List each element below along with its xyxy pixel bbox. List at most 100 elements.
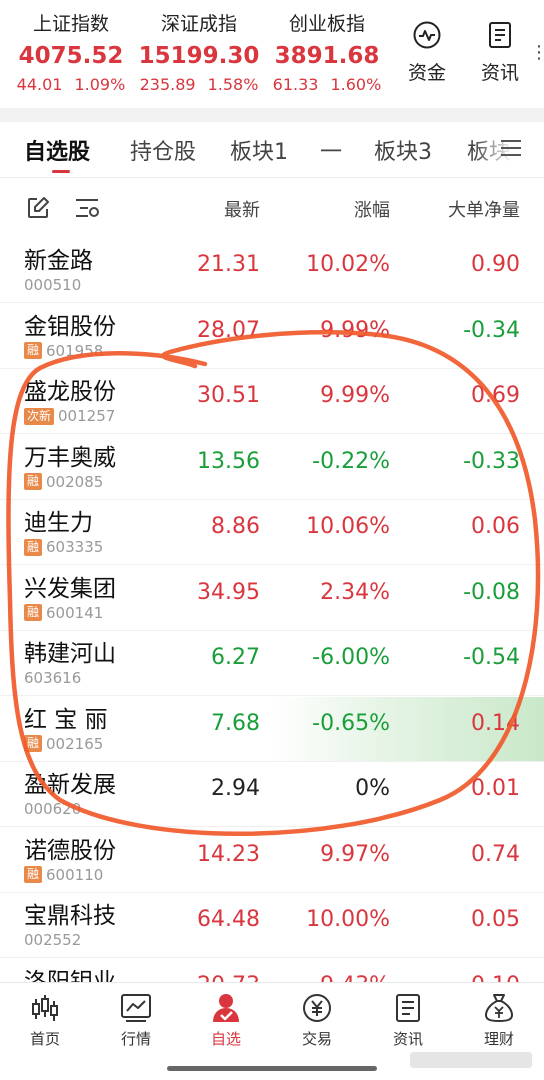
stock-code: 000620 (24, 800, 82, 818)
stock-row[interactable]: 宝鼎科技 002552 64.48 10.00% 0.05 (0, 893, 544, 958)
home-indicator (167, 1066, 377, 1071)
stock-change: -0.65% (312, 710, 390, 736)
stock-change: 9.99% (320, 317, 390, 343)
stock-name: 盈新发展 (24, 772, 116, 798)
stock-price: 28.07 (197, 317, 260, 343)
stock-net-flow: 0.10 (471, 973, 520, 983)
stock-change: 10.02% (306, 252, 390, 277)
stock-change: 10.06% (306, 514, 390, 539)
stock-row[interactable]: 盈新发展 000620 2.94 0% 0.01 (0, 762, 544, 827)
stock-row[interactable]: 万丰奥威融 002085 13.56 -0.22% -0.33 (0, 434, 544, 500)
index-value: 15199.30 (138, 43, 260, 69)
filter-settings-icon[interactable] (74, 196, 102, 220)
tab-holdings[interactable]: 持仓股 (130, 134, 196, 166)
document-icon (396, 994, 420, 1022)
stock-code: 600141 (46, 603, 104, 622)
stock-meta: 000620 (24, 800, 81, 818)
stock-code: 002552 (24, 931, 82, 949)
index-shenzhen[interactable]: 深证成指 15199.30 235.89 1.58% (134, 10, 264, 96)
more-icon[interactable]: ⋮ (530, 44, 544, 62)
chart-icon (121, 994, 151, 1022)
stock-row[interactable]: 诺德股份融 600110 14.23 9.97% 0.74 (0, 827, 544, 893)
nav-label: 行情 (120, 1030, 151, 1048)
tab-sector-2[interactable]: 一 (320, 134, 342, 166)
column-net-flow[interactable]: 大单净量 (448, 196, 520, 222)
stock-name: 盛龙股份 (24, 379, 116, 405)
stock-row[interactable]: 红 宝 丽融 002165 7.68 -0.65% 0.14 (0, 696, 544, 762)
stock-name: 万丰奥威 (24, 444, 116, 471)
watermark (410, 1052, 532, 1068)
margin-badge: 融 (24, 604, 43, 621)
index-chinext[interactable]: 创业板指 3891.68 61.33 1.60% (262, 10, 392, 96)
stock-row[interactable]: 迪生力融 603335 8.86 10.06% 0.06 (0, 500, 544, 565)
stock-change: 0% (355, 776, 390, 801)
stock-name: 诺德股份 (24, 837, 116, 864)
margin-badge: 融 (24, 866, 43, 883)
nav-wealth[interactable]: 理财 (459, 993, 539, 1049)
stock-net-flow: -0.33 (463, 448, 520, 474)
index-change: 61.33 1.60% (272, 75, 382, 94)
nav-label: 理财 (483, 1030, 514, 1048)
stock-row[interactable]: 洛阳钼业60399320.739.43%0.10 (0, 958, 544, 983)
stock-row[interactable]: 韩建河山 603616 6.27 -6.00% -0.54 (0, 631, 544, 696)
stock-price: 8.86 (211, 514, 260, 539)
nav-news[interactable]: 资讯 (368, 993, 448, 1049)
stock-row[interactable]: 金钼股份融 601958 28.07 9.99% -0.34 (0, 303, 544, 369)
stock-meta: 603616 (24, 669, 81, 687)
person-check-icon (213, 994, 239, 1022)
index-shanghai[interactable]: 上证指数 4075.52 44.01 1.09% (6, 10, 136, 96)
nav-label: 自选 (210, 1030, 241, 1048)
stock-meta: 融 002165 (24, 735, 103, 753)
stock-code: 601958 (46, 341, 104, 360)
column-change[interactable]: 涨幅 (354, 196, 390, 222)
stock-meta: 000510 (24, 276, 81, 294)
column-latest[interactable]: 最新 (224, 196, 260, 222)
stock-price: 64.48 (197, 907, 260, 932)
nav-market[interactable]: 行情 (96, 993, 176, 1049)
nav-watchlist[interactable]: 自选 (186, 993, 266, 1049)
margin-badge: 融 (24, 538, 43, 556)
index-change: 44.01 1.09% (16, 75, 126, 94)
stock-price: 6.27 (211, 645, 260, 670)
stock-name: 新金路 (24, 248, 93, 274)
stock-meta: 融 600110 (24, 866, 103, 884)
stock-name: 兴发集团 (24, 575, 116, 602)
menu-icon[interactable] (500, 138, 522, 158)
tab-sector-3[interactable]: 板块3 (374, 134, 432, 166)
stock-price: 7.68 (211, 710, 260, 736)
index-value: 3891.68 (274, 43, 380, 69)
funds-label: 资金 (407, 62, 446, 84)
stock-row[interactable]: 新金路 000510 21.31 10.02% 0.90 (0, 238, 544, 303)
stock-change: -6.00% (312, 645, 390, 670)
stock-code: 001257 (58, 407, 116, 425)
stock-meta: 次新 001257 (24, 407, 115, 425)
active-tab-indicator (52, 170, 70, 173)
tab-watchlist[interactable]: 自选股 (24, 134, 90, 166)
stock-row[interactable]: 兴发集团融 600141 34.95 2.34% -0.08 (0, 565, 544, 631)
nav-home[interactable]: 首页 (5, 993, 85, 1049)
nav-label: 资讯 (392, 1030, 423, 1048)
stock-price: 20.73 (197, 973, 260, 983)
funds-button[interactable]: 资金 (397, 20, 457, 85)
nav-trade[interactable]: 交易 (277, 993, 357, 1049)
stock-name: 洛阳钼业 (24, 968, 116, 983)
index-change: 235.89 1.58% (139, 75, 259, 94)
stock-meta: 002552 (24, 931, 81, 949)
stock-code: 002165 (46, 734, 104, 753)
stock-code: 002085 (46, 472, 104, 491)
stock-change: 10.00% (306, 907, 390, 932)
nav-label: 首页 (29, 1030, 60, 1048)
index-name: 创业板指 (288, 13, 365, 35)
stock-change: -0.22% (312, 448, 390, 474)
stock-code: 603616 (24, 669, 82, 687)
tab-sector-1[interactable]: 板块1 (230, 134, 288, 166)
stock-net-flow: 0.05 (471, 907, 520, 932)
news-button[interactable]: 资讯 (470, 20, 530, 85)
yuan-icon (303, 994, 331, 1022)
edit-icon[interactable] (26, 196, 50, 220)
stock-net-flow: 0.14 (471, 710, 520, 736)
stock-row[interactable]: 盛龙股份 次新 001257 30.51 9.99% 0.69 (0, 369, 544, 434)
watchlist-tabs: 自选股 持仓股 板块1 一 板块3 板块 (0, 122, 544, 178)
stock-net-flow: 0.90 (471, 252, 520, 277)
stock-meta: 融 002085 (24, 473, 103, 491)
